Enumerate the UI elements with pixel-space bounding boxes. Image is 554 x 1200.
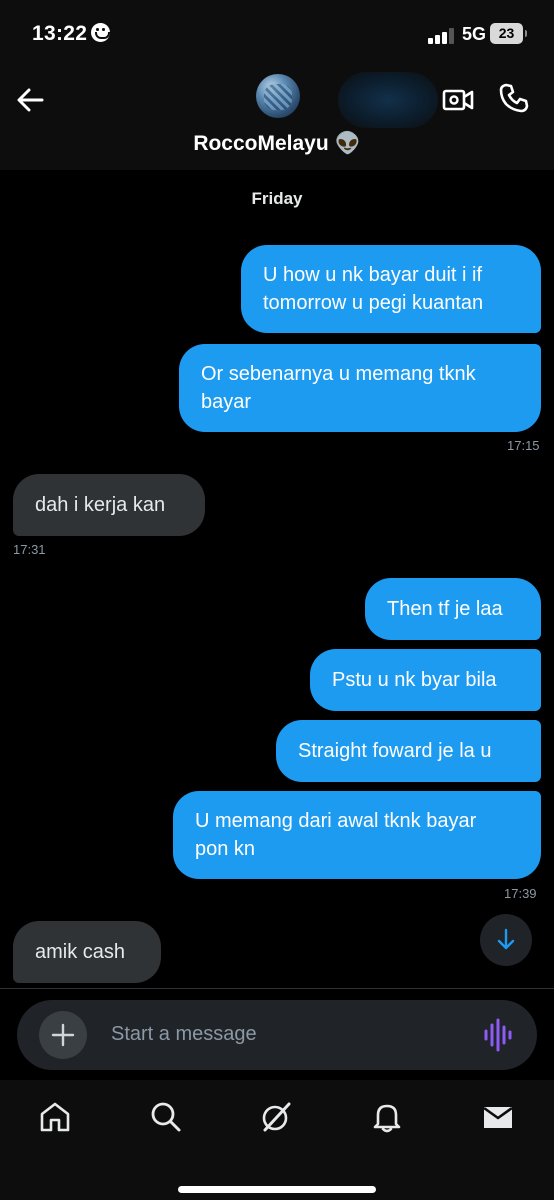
incoming-message-bubble[interactable]: amik cash	[13, 921, 161, 983]
messages-icon[interactable]	[481, 1100, 515, 1134]
status-bar: 13:22 5G 23	[0, 0, 554, 70]
outgoing-message-bubble[interactable]: Or sebenarnya u memang tknk bayar	[179, 344, 541, 432]
status-time: 13:22	[32, 22, 111, 46]
message-text: dah i kerja kan	[35, 494, 166, 516]
message-composer[interactable]: Start a message	[17, 1000, 537, 1070]
contact-name[interactable]: RoccoMelayu 👽	[0, 132, 554, 156]
home-icon[interactable]	[38, 1100, 72, 1134]
date-divider: Friday	[251, 189, 303, 208]
blurred-region	[338, 72, 438, 128]
message-timestamp: 17:39	[504, 886, 537, 901]
arrow-down-icon	[497, 928, 515, 950]
outgoing-message-bubble[interactable]: Pstu u nk byar bila	[310, 649, 541, 711]
add-media-button[interactable]	[39, 1011, 87, 1059]
home-indicator	[178, 1186, 376, 1193]
message-text: U how u nk bayar duit i if tomorrow u peg…	[263, 264, 484, 314]
message-timestamp: 17:31	[13, 542, 46, 557]
grok-icon[interactable]	[259, 1100, 293, 1134]
message-text: Then tf je laa	[387, 598, 503, 620]
message-timestamp: 17:15	[507, 438, 540, 453]
notifications-icon[interactable]	[370, 1100, 404, 1134]
message-text: amik cash	[35, 941, 126, 963]
message-text: U memang dari awal tknk bayar pon kn	[195, 810, 477, 860]
composer-divider	[0, 988, 554, 989]
voice-message-icon[interactable]	[483, 1018, 513, 1052]
message-text: Or sebenarnya u memang tknk bayar	[201, 363, 476, 413]
outgoing-message-bubble[interactable]: U memang dari awal tknk bayar pon kn	[173, 791, 541, 879]
message-text: Pstu u nk byar bila	[332, 669, 497, 691]
battery-icon: 23	[490, 23, 527, 44]
plus-icon	[51, 1023, 75, 1047]
alien-emoji: 👽	[334, 132, 361, 155]
search-icon[interactable]	[149, 1100, 183, 1134]
incoming-message-bubble[interactable]: dah i kerja kan	[13, 474, 205, 536]
network-type: 5G	[462, 24, 487, 44]
scroll-to-bottom-button[interactable]	[480, 914, 532, 966]
bottom-navigation	[0, 1080, 554, 1200]
back-arrow-icon[interactable]	[14, 84, 46, 116]
outgoing-message-bubble[interactable]: Straight foward je la u	[276, 720, 541, 782]
outgoing-message-bubble[interactable]: U how u nk bayar duit i if tomorrow u peg…	[241, 245, 541, 333]
conversation-header: RoccoMelayu 👽	[0, 70, 554, 170]
signal-icon	[428, 28, 454, 44]
phone-call-icon[interactable]	[498, 82, 530, 114]
outgoing-message-bubble[interactable]: Then tf je laa	[365, 578, 541, 640]
message-input[interactable]: Start a message	[111, 1023, 257, 1046]
focus-face-icon	[91, 23, 111, 42]
message-text: Straight foward je la u	[298, 740, 492, 762]
video-call-icon[interactable]	[442, 86, 474, 114]
contact-avatar[interactable]	[256, 74, 300, 118]
